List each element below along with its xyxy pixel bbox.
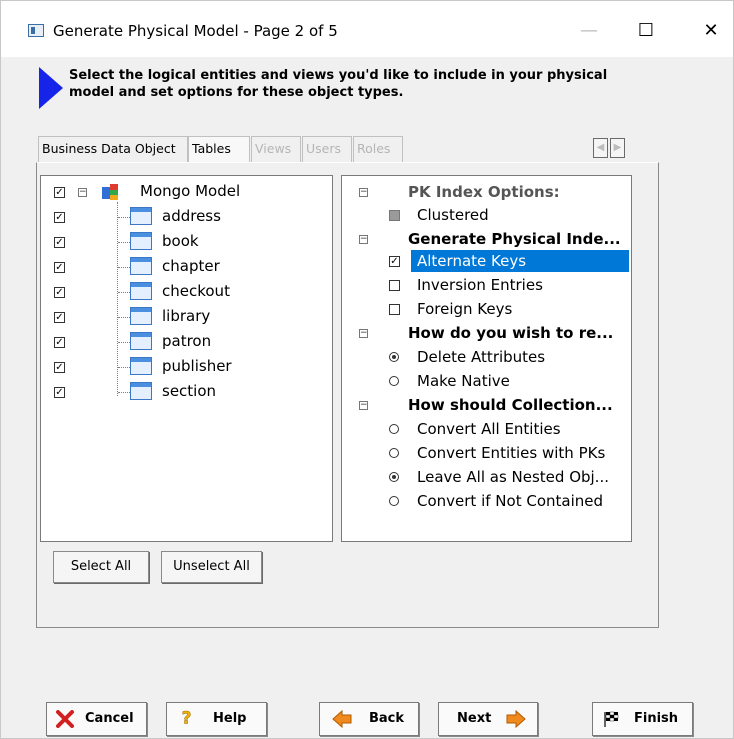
title-bar: Generate Physical Model - Page 2 of 5 — … [1,1,733,57]
tree-root-label[interactable]: Mongo Model [140,180,240,202]
finish-label: Finish [634,711,679,726]
table-icon [130,282,152,300]
tree-item-checkbox[interactable]: ✓ [54,312,65,323]
help-label: Help [213,711,247,726]
table-icon [130,357,152,375]
tree-item-label[interactable]: section [162,380,216,402]
convert-not-contained-label[interactable]: Convert if Not Contained [417,490,603,512]
entity-tree[interactable]: ✓ − Mongo Model ✓ address ✓ book ✓ chapt… [40,175,333,542]
next-label: Next [457,711,492,726]
tree-item-checkbox[interactable]: ✓ [54,387,65,398]
make-native-label[interactable]: Make Native [417,370,510,392]
table-icon [130,332,152,350]
back-arrow-icon [332,710,352,728]
tree-item-checkbox[interactable]: ✓ [54,337,65,348]
convert-all-label[interactable]: Convert All Entities [417,418,561,440]
maximize-button[interactable]: ☐ [631,17,661,45]
tree-item-label[interactable]: address [162,205,221,227]
collapse-icon[interactable]: − [359,329,368,338]
tree-item-label[interactable]: library [162,305,210,327]
collapse-icon[interactable]: − [359,401,368,410]
minimize-button[interactable]: — [574,17,604,45]
convert-pks-radio[interactable] [389,448,399,458]
inversion-entries-label[interactable]: Inversion Entries [417,274,543,296]
tree-root-checkbox[interactable]: ✓ [54,187,65,198]
leave-nested-radio[interactable] [389,472,399,482]
database-model-icon [102,184,118,200]
tab-scroll-right-button[interactable]: ▶ [610,138,625,158]
tab-business-data-object[interactable]: Business Data Object [38,136,188,162]
tab-users[interactable]: Users [302,136,352,162]
collapse-icon[interactable]: − [78,188,87,197]
back-label: Back [369,711,405,726]
tree-item-checkbox[interactable]: ✓ [54,287,65,298]
table-icon [130,257,152,275]
table-icon [130,207,152,225]
svg-text:?: ? [182,708,192,726]
leave-nested-label[interactable]: Leave All as Nested Obj... [417,466,609,488]
clustered-checkbox[interactable] [389,210,400,221]
tree-item-label[interactable]: chapter [162,255,220,277]
tree-item-label[interactable]: patron [162,330,211,352]
convert-not-contained-radio[interactable] [389,496,399,506]
pk-options-header: PK Index Options: [408,183,560,201]
help-button[interactable]: ? Help [166,702,267,736]
delete-attributes-label[interactable]: Delete Attributes [417,346,545,368]
clustered-label[interactable]: Clustered [417,204,489,226]
unselect-all-button[interactable]: Unselect All [161,551,262,583]
alternate-keys-checkbox[interactable]: ✓ [389,256,400,267]
tab-tables[interactable]: Tables [188,136,250,163]
table-icon [130,307,152,325]
tab-views[interactable]: Views [251,136,301,162]
options-panel[interactable]: − PK Index Options: Clustered − Generate… [341,175,632,542]
tree-item-label[interactable]: publisher [162,355,232,377]
foreign-keys-checkbox[interactable] [389,304,400,315]
tree-item-checkbox[interactable]: ✓ [54,362,65,373]
table-icon [130,382,152,400]
back-button[interactable]: Back [319,702,419,736]
convert-pks-label[interactable]: Convert Entities with PKs [417,442,605,464]
tree-item-label[interactable]: book [162,230,199,252]
convert-all-radio[interactable] [389,424,399,434]
close-button[interactable]: ✕ [696,17,726,45]
instruction-text: Select the logical entities and views yo… [69,68,608,100]
select-all-button[interactable]: Select All [53,551,149,583]
cancel-button[interactable]: Cancel [46,702,147,736]
collapse-icon[interactable]: − [359,188,368,197]
help-question-icon: ? [181,708,192,726]
tab-roles[interactable]: Roles [353,136,403,162]
table-icon [130,232,152,250]
cancel-label: Cancel [85,711,134,726]
app-window-icon [28,24,44,37]
instruction-arrow-icon [39,67,63,109]
how-wish-header: How do you wish to re... [408,324,614,342]
tree-item-checkbox[interactable]: ✓ [54,237,65,248]
generate-index-header: Generate Physical Inde... [408,230,621,248]
collapse-icon[interactable]: − [359,235,368,244]
finish-button[interactable]: Finish [592,702,693,736]
next-arrow-icon [506,710,526,728]
cancel-x-icon [56,710,74,728]
tree-item-checkbox[interactable]: ✓ [54,262,65,273]
make-native-radio[interactable] [389,376,399,386]
tree-item-label[interactable]: checkout [162,280,230,302]
collection-header: How should Collection... [408,396,613,414]
window-title: Generate Physical Model - Page 2 of 5 [53,22,338,40]
tree-item-checkbox[interactable]: ✓ [54,212,65,223]
foreign-keys-label[interactable]: Foreign Keys [417,298,512,320]
dialog-window: Generate Physical Model - Page 2 of 5 — … [0,0,734,739]
delete-attributes-radio[interactable] [389,352,399,362]
checkered-flag-icon [604,711,619,727]
alternate-keys-label[interactable]: Alternate Keys [411,250,629,272]
tab-scroll-left-button[interactable]: ◀ [593,138,608,158]
inversion-entries-checkbox[interactable] [389,280,400,291]
next-button[interactable]: Next [438,702,538,736]
